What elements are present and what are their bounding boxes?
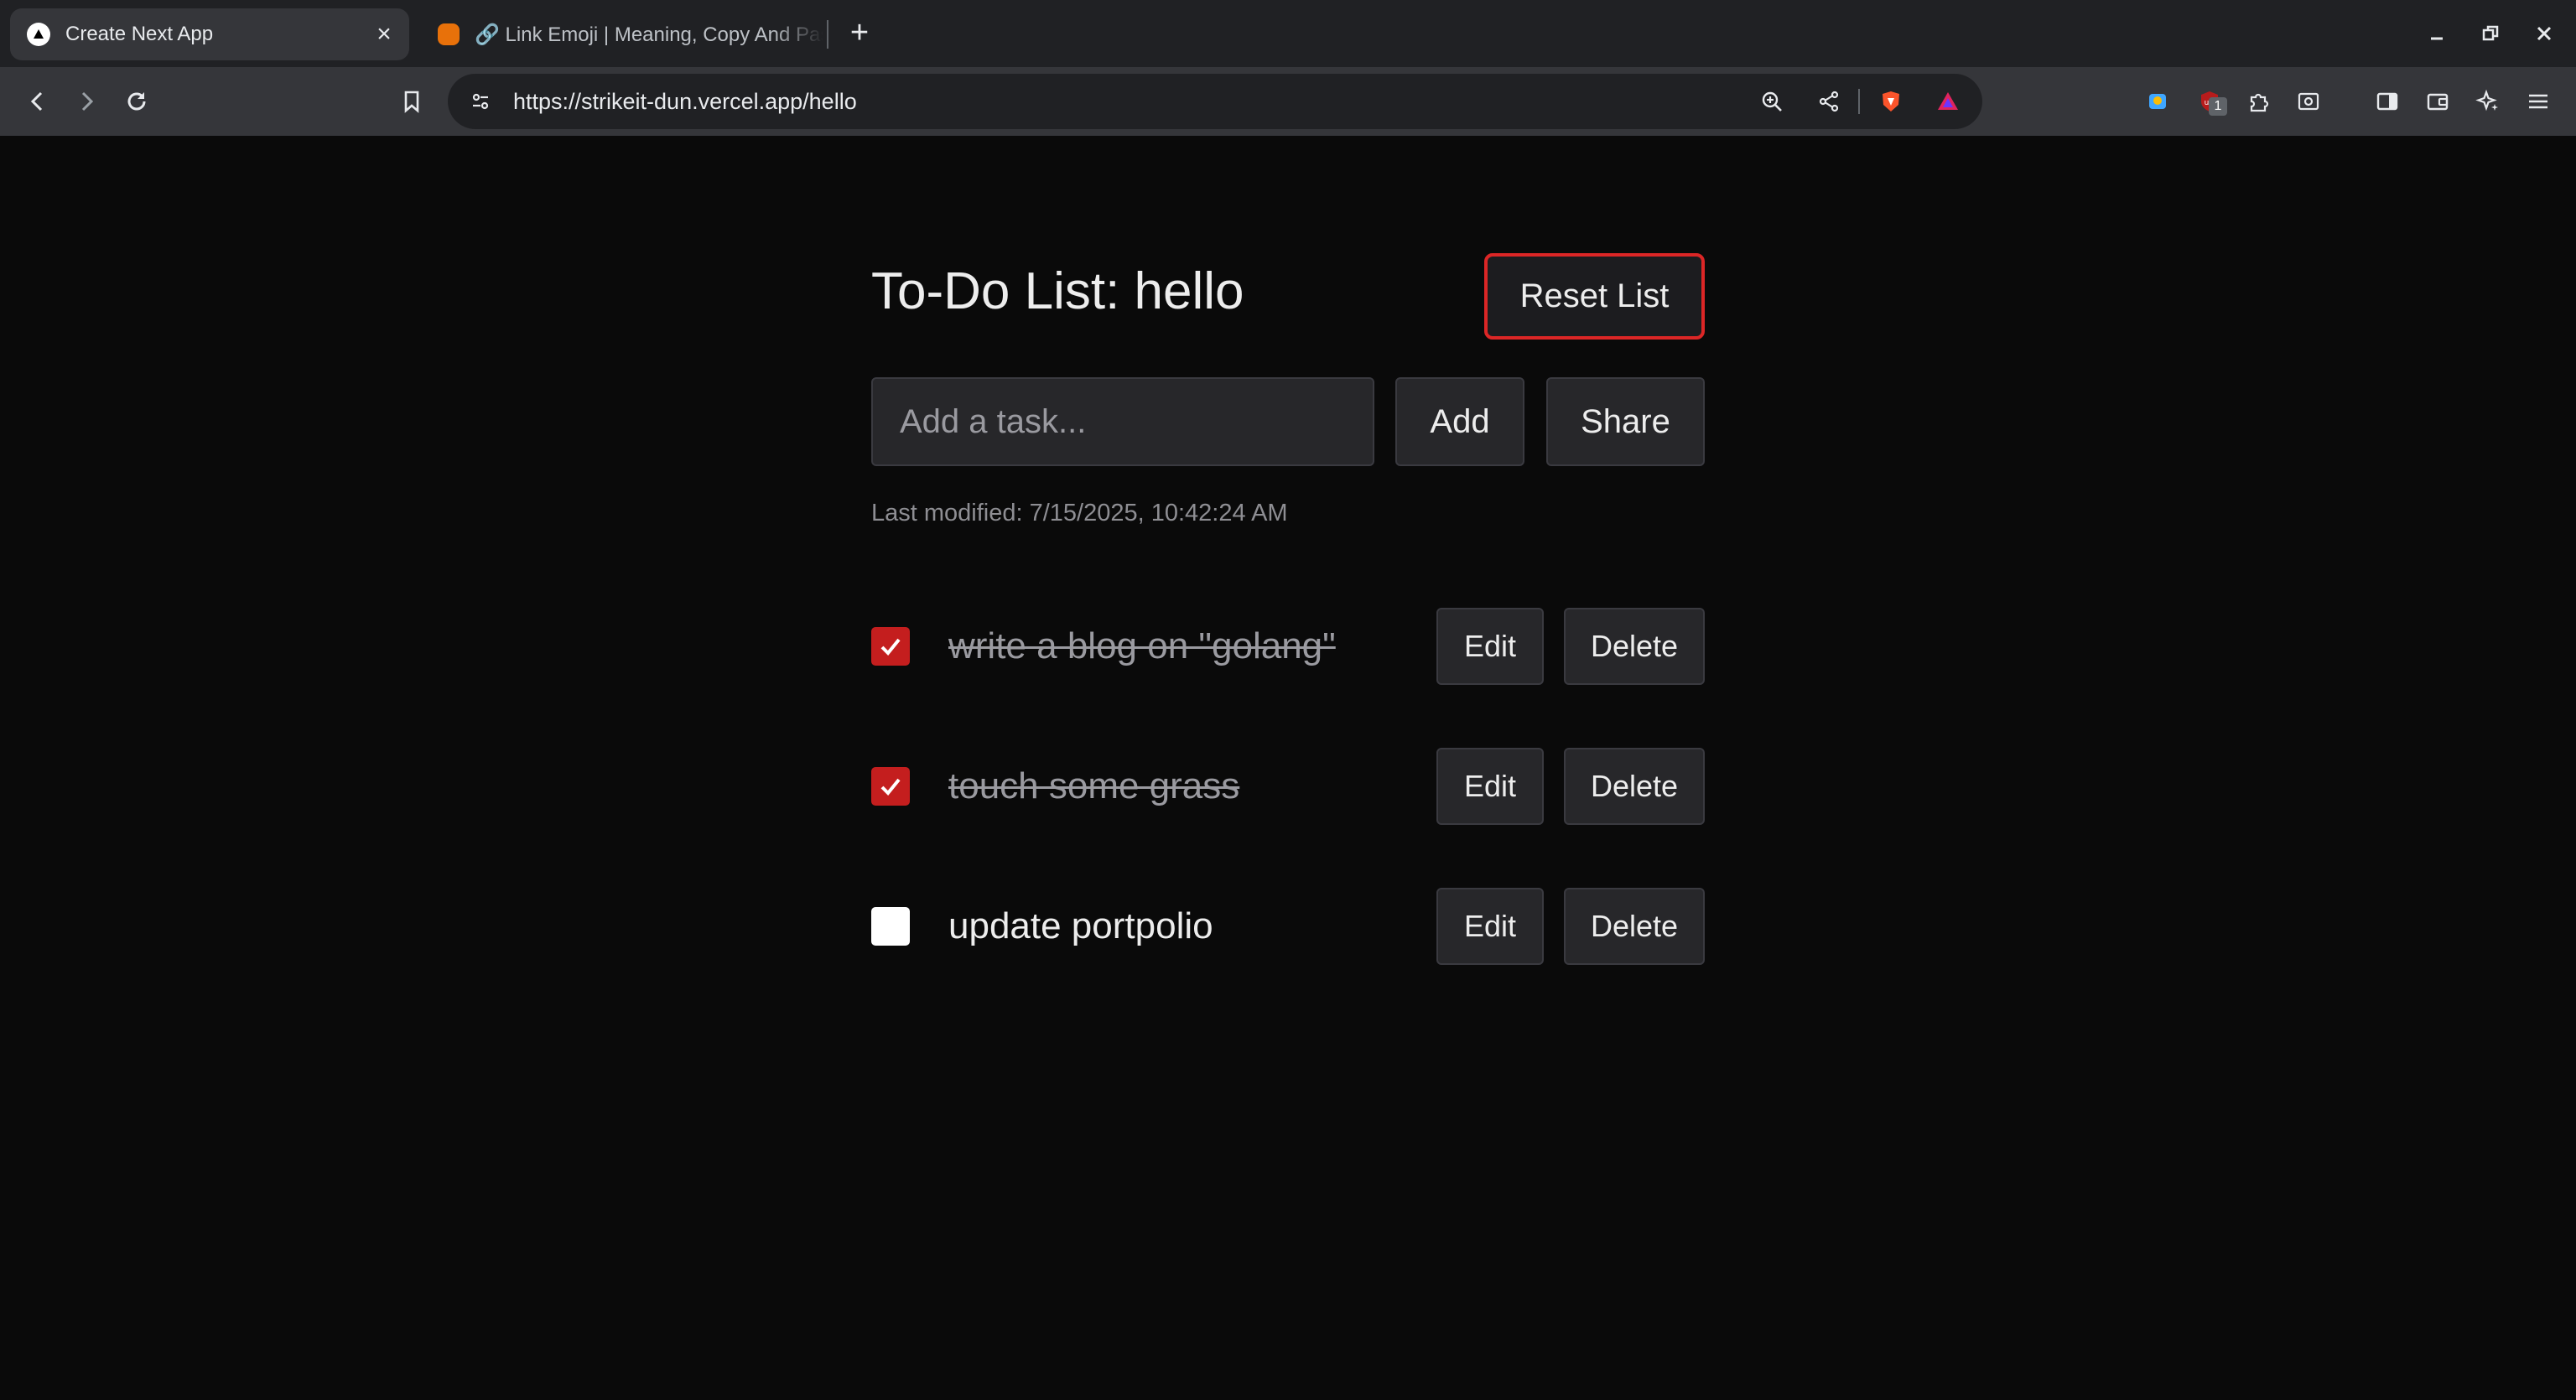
browser-toolbar: https://strikeit-dun.vercel.app/hello uO bbox=[0, 67, 2576, 136]
task-input[interactable] bbox=[871, 377, 1374, 466]
todo-checkbox[interactable] bbox=[871, 627, 910, 666]
edit-button[interactable]: Edit bbox=[1436, 888, 1544, 965]
address-bar[interactable]: https://strikeit-dun.vercel.app/hello bbox=[448, 74, 1982, 129]
todo-checkbox[interactable] bbox=[871, 907, 910, 946]
screenshot-icon[interactable] bbox=[2288, 80, 2329, 122]
restore-icon[interactable] bbox=[2467, 10, 2514, 57]
nextjs-logo-icon bbox=[27, 23, 50, 46]
tab-link-emoji[interactable]: 🔗 Link Emoji | Meaning, Copy And Paste bbox=[429, 8, 823, 60]
new-tab-button[interactable]: + bbox=[840, 13, 879, 52]
add-button[interactable]: Add bbox=[1395, 377, 1524, 466]
emojipedia-icon bbox=[438, 23, 460, 45]
sidebar-toggle-icon[interactable] bbox=[2366, 80, 2408, 122]
back-icon[interactable] bbox=[17, 80, 59, 122]
delete-button[interactable]: Delete bbox=[1564, 888, 1705, 965]
tab-divider bbox=[827, 20, 828, 49]
checkmark-icon bbox=[880, 778, 901, 796]
todo-item: write a blog on "golang" Edit Delete bbox=[871, 608, 1705, 685]
site-settings-icon[interactable] bbox=[460, 80, 501, 122]
todo-text: touch some grass bbox=[948, 765, 1240, 806]
address-bar-divider bbox=[1858, 89, 1860, 114]
brave-rewards-icon[interactable] bbox=[1927, 80, 1969, 122]
last-modified-text: Last modified: 7/15/2025, 10:42:24 AM bbox=[871, 500, 1288, 526]
menu-icon[interactable] bbox=[2517, 80, 2559, 122]
close-tab-icon[interactable]: × bbox=[367, 18, 401, 51]
todo-text: write a blog on "golang" bbox=[948, 625, 1336, 666]
wallet-icon[interactable] bbox=[2417, 80, 2459, 122]
reset-list-button[interactable]: Reset List bbox=[1484, 253, 1705, 340]
tab-title: 🔗 Link Emoji | Meaning, Copy And Paste bbox=[475, 23, 823, 46]
delete-button[interactable]: Delete bbox=[1564, 608, 1705, 685]
todo-checkbox[interactable] bbox=[871, 767, 910, 806]
todo-item: update portpolio Edit Delete bbox=[871, 888, 1705, 965]
extension-badge: 1 bbox=[2209, 97, 2227, 116]
edit-button[interactable]: Edit bbox=[1436, 748, 1544, 825]
reload-icon[interactable] bbox=[116, 80, 158, 122]
edit-button[interactable]: Edit bbox=[1436, 608, 1544, 685]
weather-extension-icon[interactable] bbox=[2137, 80, 2179, 122]
todo-item: touch some grass Edit Delete bbox=[871, 748, 1705, 825]
share-button[interactable]: Share bbox=[1546, 377, 1705, 466]
bookmark-icon[interactable] bbox=[391, 80, 433, 122]
close-window-icon[interactable] bbox=[2521, 10, 2568, 57]
zoom-icon[interactable] bbox=[1751, 80, 1793, 122]
page-content: To-Do List: hello Reset List Add Share L… bbox=[0, 136, 2576, 1400]
tab-create-next-app[interactable]: Create Next App × bbox=[10, 8, 409, 60]
checkmark-icon bbox=[880, 638, 901, 656]
leo-ai-icon[interactable] bbox=[2467, 80, 2509, 122]
delete-button[interactable]: Delete bbox=[1564, 748, 1705, 825]
minimize-icon[interactable] bbox=[2413, 10, 2460, 57]
tab-strip: Create Next App × 🔗 Link Emoji | Meaning… bbox=[0, 0, 2576, 67]
tab-title: Create Next App bbox=[65, 23, 214, 45]
extensions-puzzle-icon[interactable] bbox=[2237, 80, 2279, 122]
todo-text: update portpolio bbox=[948, 905, 1213, 946]
share-icon[interactable] bbox=[1808, 80, 1850, 122]
url-text[interactable]: https://strikeit-dun.vercel.app/hello bbox=[513, 74, 857, 129]
brave-shields-icon[interactable] bbox=[1870, 80, 1912, 122]
forward-icon[interactable] bbox=[65, 80, 107, 122]
page-title: To-Do List: hello bbox=[871, 262, 1244, 320]
